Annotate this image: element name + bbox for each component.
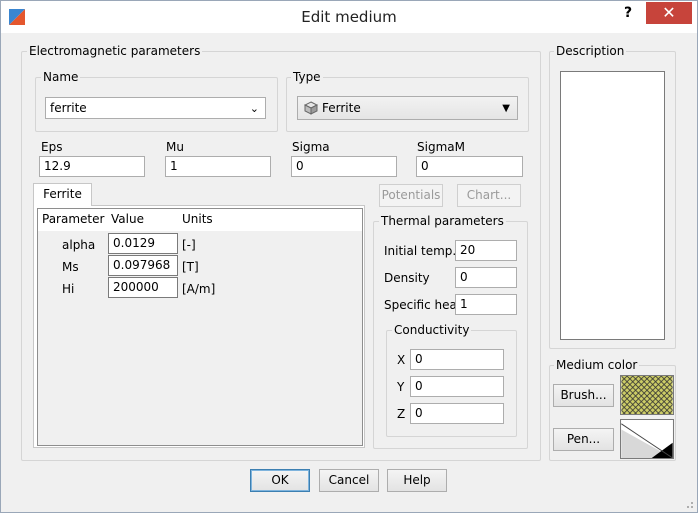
conductivity-z-label: Z [397,407,406,421]
type-combobox[interactable]: Ferrite ▼ [297,96,518,120]
type-label: Type [291,70,323,84]
eps-input[interactable]: 12.9 [39,156,145,177]
specific-heat-label: Specific heat [384,298,462,312]
electromagnetic-group-title: Electromagnetic parameters [27,44,203,58]
ok-button[interactable]: OK [250,469,310,492]
density-label: Density [384,271,430,285]
eps-label: Eps [41,140,63,154]
specific-heat-input[interactable]: 1 [455,294,517,315]
param-value-input[interactable]: 0.0129 [108,233,178,254]
param-units: [T] [182,260,199,274]
pen-swatch [620,419,674,459]
potentials-button[interactable]: Potentials [379,184,443,207]
tab-ferrite[interactable]: Ferrite [33,183,92,206]
brush-button[interactable]: Brush... [553,384,614,407]
conductivity-y-input[interactable]: 0 [410,376,504,397]
cube-icon [304,101,318,115]
sigma-label: Sigma [292,140,330,154]
title-help-button[interactable]: ? [615,3,641,23]
sigmam-label: SigmaM [417,140,465,154]
conductivity-x-label: X [397,353,406,367]
column-header-parameter[interactable]: Parameter [42,212,104,226]
column-header-units[interactable]: Units [182,212,213,226]
brush-swatch [620,375,674,415]
ferrite-tab-pane: Parameter Value Units alpha 0.0129 [-] M… [33,205,365,448]
pen-button[interactable]: Pen... [553,428,614,451]
param-name: Ms [62,260,79,274]
param-name: Hi [62,282,75,296]
mu-input[interactable]: 1 [165,156,271,177]
chart-button[interactable]: Chart... [457,184,521,207]
description-textarea[interactable] [560,71,665,340]
medium-color-group-title: Medium color [554,358,640,372]
thermal-group-title: Thermal parameters [379,214,506,228]
name-value: ferrite [50,101,87,115]
param-units: [A/m] [182,282,216,296]
sigma-input[interactable]: 0 [291,156,397,177]
mu-label: Mu [166,140,184,154]
initial-temp-label: Initial temp. [384,244,457,258]
conductivity-z-input[interactable]: 0 [410,403,504,424]
cancel-button[interactable]: Cancel [319,469,379,492]
chevron-down-icon: ⌄ [249,102,259,115]
conductivity-group-title: Conductivity [392,323,472,337]
table-header: Parameter Value Units [38,209,362,231]
conductivity-x-input[interactable]: 0 [410,349,504,370]
ferrite-parameter-table: Parameter Value Units alpha 0.0129 [-] M… [37,208,363,446]
param-name: alpha [62,238,96,252]
conductivity-y-label: Y [397,380,405,394]
param-units: [-] [182,238,196,252]
param-value-input[interactable]: 200000 [108,277,178,298]
title-bar: Edit medium ? ✕ [1,1,697,33]
description-group-title: Description [554,44,627,58]
window-title: Edit medium [301,8,397,26]
param-value-input[interactable]: 0.097968 [108,255,178,276]
name-combobox[interactable]: ferrite ⌄ [45,97,266,119]
type-value: Ferrite [322,101,361,115]
sigmam-input[interactable]: 0 [416,156,523,177]
edit-medium-dialog: Edit medium ? ✕ Electromagnetic paramete… [0,0,698,513]
name-label: Name [41,70,81,84]
initial-temp-input[interactable]: 20 [455,240,517,261]
column-header-value[interactable]: Value [111,212,144,226]
dropdown-arrow-icon: ▼ [502,103,510,114]
help-button[interactable]: Help [387,469,447,492]
density-input[interactable]: 0 [455,267,517,288]
close-button[interactable]: ✕ [646,2,692,24]
resize-grip-icon[interactable] [684,499,694,509]
